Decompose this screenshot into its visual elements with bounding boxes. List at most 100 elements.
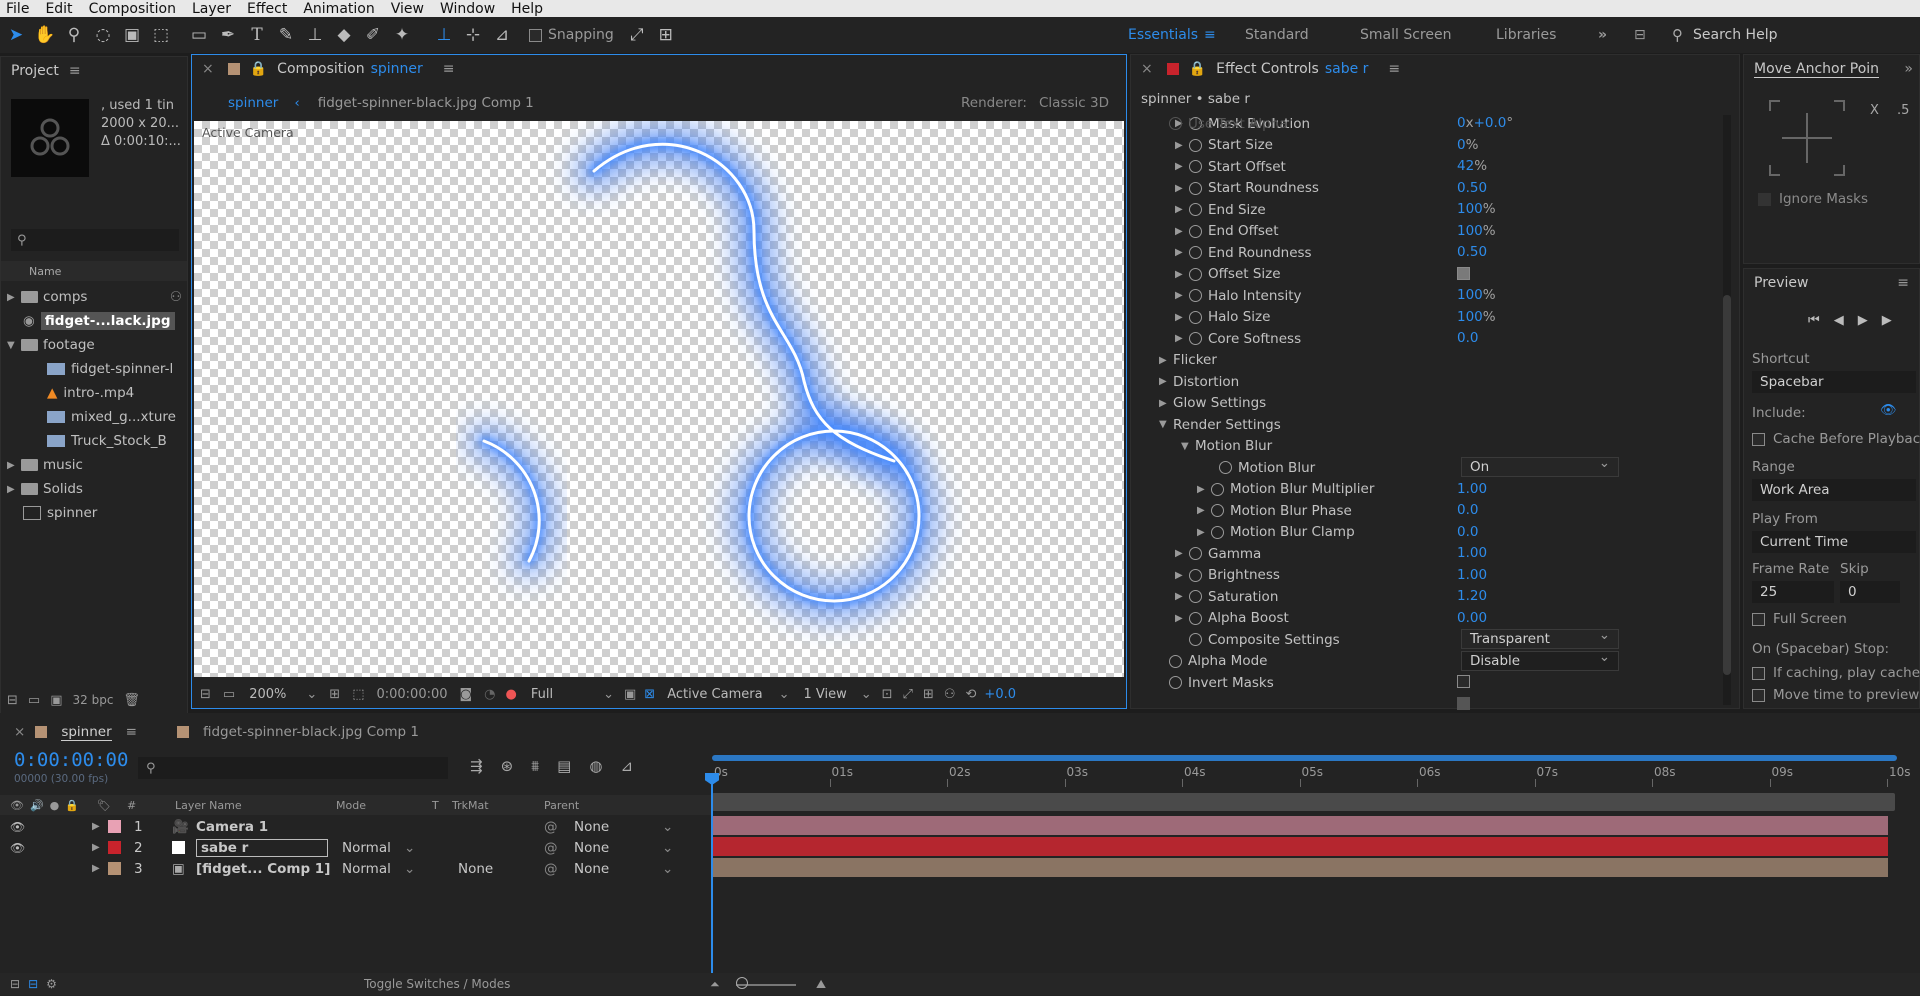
menu-animation[interactable]: Animation: [303, 1, 374, 17]
stopwatch-icon[interactable]: [1189, 246, 1202, 259]
effect-group[interactable]: ▶ Glow Settings: [1159, 393, 1266, 414]
effect-group[interactable]: ▶ Distortion: [1159, 371, 1239, 392]
stamp-tool-icon[interactable]: ⊥: [302, 22, 328, 48]
project-search[interactable]: ⚲: [11, 229, 179, 251]
composition-mini-flowchart-icon[interactable]: ⇶: [470, 757, 483, 775]
roto-brush-tool-icon[interactable]: ✐: [360, 22, 386, 48]
pick-whip-icon[interactable]: @: [544, 861, 558, 877]
expand-transfer-controls-icon[interactable]: ⊟: [28, 977, 38, 991]
snap-edges-icon[interactable]: ⤢: [624, 22, 650, 48]
property-row[interactable]: ▶ Gamma: [1175, 543, 1261, 564]
cache-before-playback[interactable]: Cache Before Playbac: [1752, 431, 1920, 447]
effect-group[interactable]: ▼ Render Settings: [1159, 414, 1281, 435]
close-icon[interactable]: ×: [202, 61, 214, 77]
property-value[interactable]: 0.0: [1457, 330, 1478, 346]
property-row[interactable]: ▶ Motion Blur Clamp: [1197, 522, 1355, 543]
move-time-checkbox[interactable]: [1752, 688, 1765, 702]
new-comp-icon[interactable]: ▣: [50, 693, 62, 708]
layer-label-swatch[interactable]: [108, 862, 121, 875]
stopwatch-icon[interactable]: [1189, 181, 1202, 195]
effect-group[interactable]: ▼ Motion Blur: [1181, 436, 1272, 457]
property-value[interactable]: 0.00: [1457, 610, 1487, 626]
property-row[interactable]: ▶ Brightness: [1175, 565, 1280, 586]
list-item[interactable]: ▶ Solids: [1, 477, 186, 501]
stopwatch-icon[interactable]: [1189, 203, 1202, 216]
stopwatch-icon[interactable]: [1189, 160, 1202, 173]
pick-whip-icon[interactable]: @: [544, 819, 558, 835]
property-row[interactable]: ▶ Motion Blur Phase: [1197, 500, 1352, 521]
layer-name[interactable]: sabe r: [196, 838, 328, 857]
move-time-toggle[interactable]: Move time to preview: [1752, 687, 1919, 703]
property-value[interactable]: 100%: [1457, 309, 1496, 325]
stopwatch-icon[interactable]: [1219, 461, 1232, 474]
property-value[interactable]: 0x+0.0°: [1457, 115, 1513, 131]
workspace-essentials[interactable]: Essentials: [1128, 27, 1198, 43]
monitor-icon[interactable]: ▭: [223, 687, 235, 702]
full-screen-toggle[interactable]: Full Screen: [1752, 611, 1847, 627]
always-preview-icon[interactable]: ⊟: [200, 687, 211, 702]
first-frame-icon[interactable]: ⏮: [1808, 313, 1820, 328]
fast-previews-icon[interactable]: ⤢: [903, 687, 913, 702]
type-tool-icon[interactable]: T: [244, 22, 270, 48]
property-row[interactable]: ▶ End Size: [1175, 199, 1266, 220]
orbit-tool-icon[interactable]: ◌: [90, 22, 116, 48]
workspace-libraries[interactable]: Libraries: [1496, 27, 1556, 43]
shy-layers-icon[interactable]: ⩩: [531, 757, 539, 775]
stopwatch-icon[interactable]: [1169, 654, 1182, 668]
layer-bar-sabe-r[interactable]: [712, 837, 1888, 856]
anchor-x-value[interactable]: .5: [1897, 103, 1909, 118]
chevron-down-icon[interactable]: ⌄: [861, 687, 872, 702]
property-row[interactable]: ▶ Start Offset: [1175, 156, 1286, 177]
expand-timing-icon[interactable]: ⚙: [46, 977, 57, 991]
menu-edit[interactable]: Edit: [45, 1, 72, 17]
stopwatch-icon[interactable]: [1189, 611, 1202, 625]
stopwatch-icon[interactable]: [1211, 525, 1224, 539]
tab-spinner[interactable]: spinner: [228, 95, 278, 111]
workspace-menu-icon[interactable]: ≡: [1204, 27, 1216, 43]
panel-menu-icon[interactable]: ≡: [126, 724, 137, 740]
stopwatch-icon[interactable]: [1189, 138, 1202, 152]
scrollbar[interactable]: [1723, 115, 1731, 705]
layer-name-header[interactable]: Layer Name: [175, 799, 242, 812]
chevron-down-icon[interactable]: ⌄: [603, 687, 614, 702]
list-item[interactable]: Truck_Stock_B: [1, 429, 186, 453]
skip-dropdown[interactable]: 0: [1840, 581, 1900, 603]
property-row[interactable]: Composite Settings: [1189, 629, 1340, 650]
layer-label-swatch[interactable]: [108, 820, 121, 833]
workspace-small-screen[interactable]: Small Screen: [1360, 27, 1451, 43]
property-row[interactable]: ▶ Alpha Boost: [1175, 608, 1289, 629]
menu-view[interactable]: View: [391, 1, 424, 17]
menu-help[interactable]: Help: [511, 1, 543, 17]
property-value[interactable]: 1.00: [1457, 545, 1487, 561]
property-value[interactable]: 1.00: [1457, 481, 1487, 497]
chevron-down-icon[interactable]: ⌄: [404, 840, 415, 856]
composite-dropdown[interactable]: Transparent: [1461, 627, 1619, 649]
expand-layer-icon[interactable]: ▶: [92, 863, 100, 874]
property-value[interactable]: 1.20: [1457, 588, 1487, 604]
work-area-bar[interactable]: [712, 755, 1897, 761]
stopwatch-icon[interactable]: [1189, 289, 1202, 302]
property-row[interactable]: Motion Blur: [1205, 457, 1315, 478]
stopwatch-icon[interactable]: [1189, 267, 1202, 281]
region-of-interest-icon[interactable]: ▣: [624, 687, 636, 702]
property-value[interactable]: 42%: [1457, 158, 1487, 174]
frame-rate-dropdown[interactable]: 25: [1752, 581, 1834, 603]
search-help-input[interactable]: Search Help: [1693, 27, 1777, 43]
lock-icon[interactable]: 🔒: [65, 799, 79, 812]
table-row[interactable]: 👁 ▶ 1 🎥 Camera 1 @ None ⌄: [0, 816, 710, 837]
property-value[interactable]: 0.0: [1457, 524, 1478, 540]
toggle-pixel-aspect-icon[interactable]: ⊡: [882, 687, 893, 702]
chevron-down-icon[interactable]: ⌄: [662, 861, 673, 877]
property-row[interactable]: ▶ Motion Blur Multiplier: [1197, 479, 1374, 500]
include-video-eye-icon[interactable]: 👁: [1880, 403, 1897, 418]
next-frame-icon[interactable]: ▶︎: [1882, 313, 1892, 328]
range-dropdown[interactable]: Work Area: [1752, 479, 1916, 501]
list-item[interactable]: fidget-spinner-l: [1, 357, 186, 381]
list-item[interactable]: ▲ intro-.mp4: [1, 381, 186, 405]
chevron-down-icon[interactable]: ⌄: [306, 687, 317, 702]
property-value[interactable]: 0.0: [1457, 502, 1478, 518]
panel-menu-icon[interactable]: ≡: [69, 63, 81, 79]
stopwatch-icon[interactable]: [1189, 332, 1202, 345]
snapshot-icon[interactable]: ◙: [460, 687, 473, 702]
property-value[interactable]: 100%: [1457, 201, 1496, 217]
